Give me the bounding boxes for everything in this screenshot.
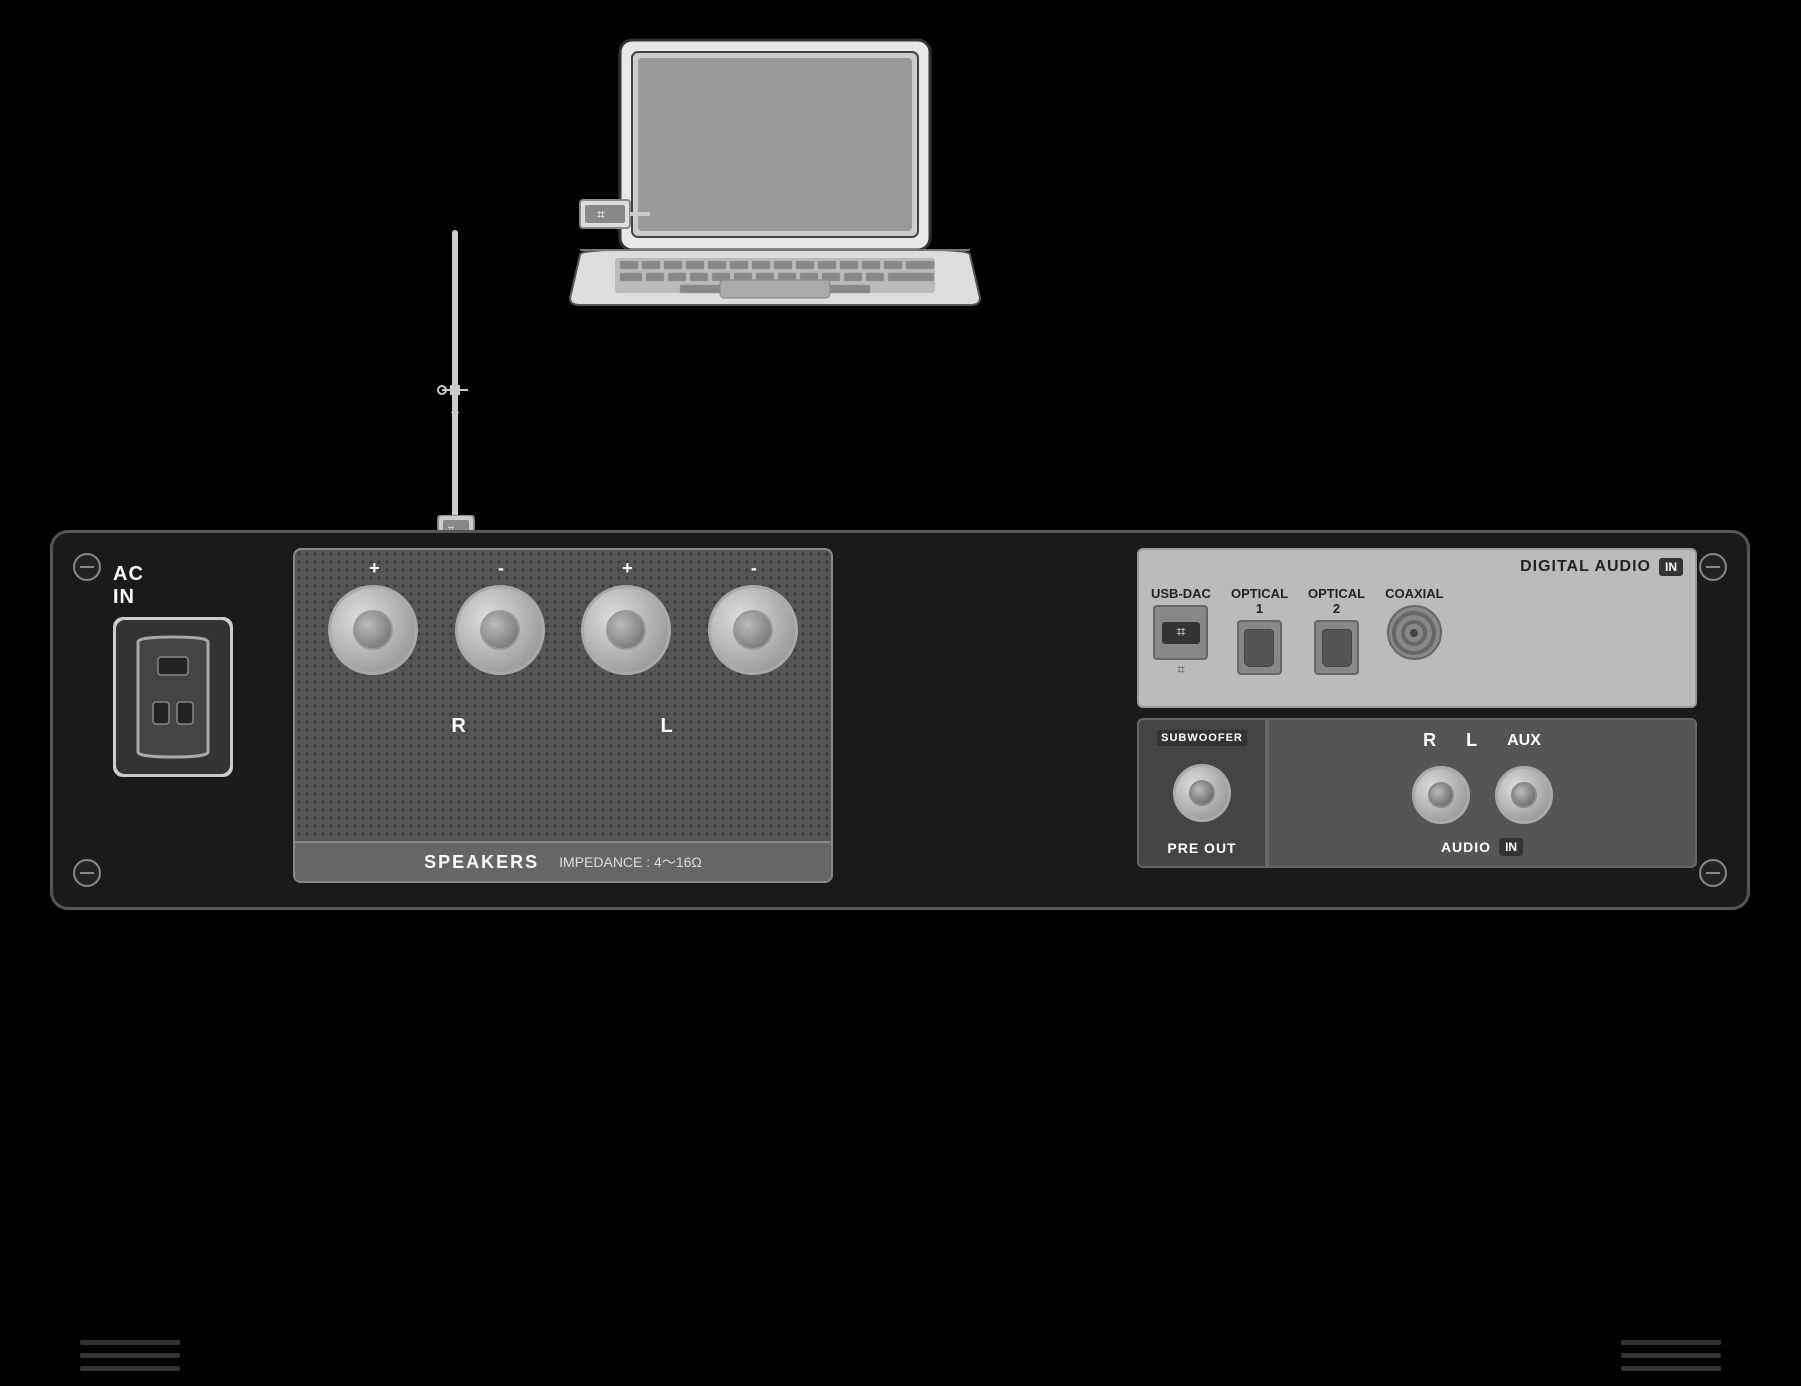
rca-r-knob: [1412, 766, 1470, 824]
optical1-label-text: OPTICAL: [1231, 586, 1288, 601]
terminal-minus-1: -: [498, 558, 504, 579]
bottom-line-left-3: [80, 1366, 180, 1371]
bottom-line-right-1: [1621, 1340, 1721, 1345]
audio-in-box: R L AUX AUDIO IN: [1267, 718, 1697, 868]
ac-in-label: AC IN: [113, 563, 273, 609]
pre-out-box: SUBWOOFER PRE OUT: [1137, 718, 1267, 868]
coaxial-port: [1387, 605, 1442, 660]
usb-symbol-cable: [432, 380, 478, 430]
terminal-knob-2: [455, 585, 545, 675]
subwoofer-label: SUBWOOFER: [1157, 730, 1247, 746]
coaxial-ring2: [1401, 620, 1427, 646]
digital-audio-section: DIGITAL AUDIO IN USB-DAC ⌗ ⌗ OPTICAL: [1137, 548, 1697, 708]
ac-label-line2: IN: [113, 586, 135, 608]
analog-section: SUBWOOFER PRE OUT R L AUX AUDIO: [1137, 718, 1697, 868]
terminal-knob-2-inner: [480, 610, 520, 650]
optical2-port: [1314, 620, 1359, 675]
audio-in-bottom-row: AUDIO IN: [1441, 838, 1523, 856]
ac-connector: [113, 617, 233, 777]
optical2-inner: [1322, 629, 1352, 667]
rca-l-inner: [1511, 782, 1537, 808]
usb-dac-label: USB-DAC: [1151, 586, 1211, 601]
coaxial-ring1: [1392, 611, 1436, 655]
coaxial-label: COAXIAL: [1385, 586, 1444, 601]
ac-label-line1: AC: [113, 563, 144, 585]
bottom-line-left-1: [80, 1340, 180, 1345]
rca-l-knob: [1495, 766, 1553, 824]
optical2-label-text: OPTICAL: [1308, 586, 1365, 601]
optical1-sub-text: 1: [1256, 601, 1263, 616]
speakers-label: SPEAKERS: [424, 852, 539, 873]
optical1-connector-group: OPTICAL 1: [1231, 586, 1288, 675]
audio-in-badge: IN: [1499, 838, 1523, 856]
bottom-lines-right: [1621, 1340, 1721, 1371]
bottom-lines-left: [80, 1340, 180, 1371]
connectors-row: USB-DAC ⌗ ⌗ OPTICAL 1: [1151, 586, 1683, 675]
l-label: L: [1466, 730, 1477, 751]
aux-label: AUX: [1507, 732, 1541, 750]
optical1-inner: [1244, 629, 1274, 667]
optical2-label: OPTICAL 2: [1308, 586, 1365, 616]
digital-audio-header: DIGITAL AUDIO IN: [1151, 558, 1683, 576]
speakers-section: + - + - R L SPEAKERS: [293, 548, 833, 883]
usb-port-inner: ⌗: [1162, 622, 1200, 644]
digital-audio-title: DIGITAL AUDIO: [1520, 558, 1651, 576]
terminal-knob-3-inner: [606, 610, 646, 650]
screw-bottom-left: [73, 859, 101, 887]
terminal-plus-1: +: [369, 558, 380, 579]
terminal-minus-2: -: [751, 558, 757, 579]
audio-label: AUDIO: [1441, 839, 1491, 855]
usb-dac-port: ⌗ ⌗: [1153, 605, 1208, 660]
optical2-connector-group: OPTICAL 2: [1308, 586, 1365, 675]
optical1-label: OPTICAL 1: [1231, 586, 1288, 616]
right-channel-label: R: [451, 715, 467, 738]
amplifier-body: AC IN + - + -: [50, 530, 1750, 910]
optical2-sub-text: 2: [1333, 601, 1340, 616]
screw-top-right: [1699, 553, 1727, 581]
subwoofer-rca-knob: [1173, 764, 1231, 822]
svg-text:⌗: ⌗: [597, 206, 605, 222]
bottom-line-left-2: [80, 1353, 180, 1358]
rca-knobs-row: [1412, 766, 1553, 824]
terminal-knob-1-inner: [353, 610, 393, 650]
usb-connector-laptop: ⌗: [575, 195, 655, 235]
rl-header-row: R L AUX: [1423, 730, 1541, 751]
rca-r-inner: [1428, 782, 1454, 808]
screw-bottom-right: [1699, 859, 1727, 887]
left-channel-label: L: [660, 715, 674, 738]
terminal-knob-3: [581, 585, 671, 675]
coaxial-connector-group: COAXIAL: [1385, 586, 1444, 660]
laptop-illustration: [550, 30, 1000, 350]
subwoofer-rca-inner: [1189, 780, 1215, 806]
optical1-port: [1237, 620, 1282, 675]
usb-below-symbol: ⌗: [1177, 661, 1185, 678]
r-label: R: [1423, 730, 1436, 751]
terminal-plus-2: +: [622, 558, 633, 579]
screw-top-left: [73, 553, 101, 581]
coaxial-center: [1410, 629, 1418, 637]
bottom-line-right-3: [1621, 1366, 1721, 1371]
pre-out-label: PRE OUT: [1167, 840, 1236, 856]
speakers-label-bar: SPEAKERS IMPEDANCE : 4～16Ω: [295, 841, 831, 881]
usb-symbol-icon: ⌗: [1176, 624, 1185, 642]
terminal-knob-4: [708, 585, 798, 675]
iec-connector-svg: [123, 632, 223, 762]
terminal-knob-4-inner: [733, 610, 773, 650]
usb-dac-connector-group: USB-DAC ⌗ ⌗: [1151, 586, 1211, 660]
digital-audio-in-badge: IN: [1659, 558, 1683, 576]
impedance-label: IMPEDANCE : 4～16Ω: [559, 852, 702, 872]
bottom-line-right-2: [1621, 1353, 1721, 1358]
terminal-knob-1: [328, 585, 418, 675]
ac-in-section: AC IN: [113, 563, 273, 863]
